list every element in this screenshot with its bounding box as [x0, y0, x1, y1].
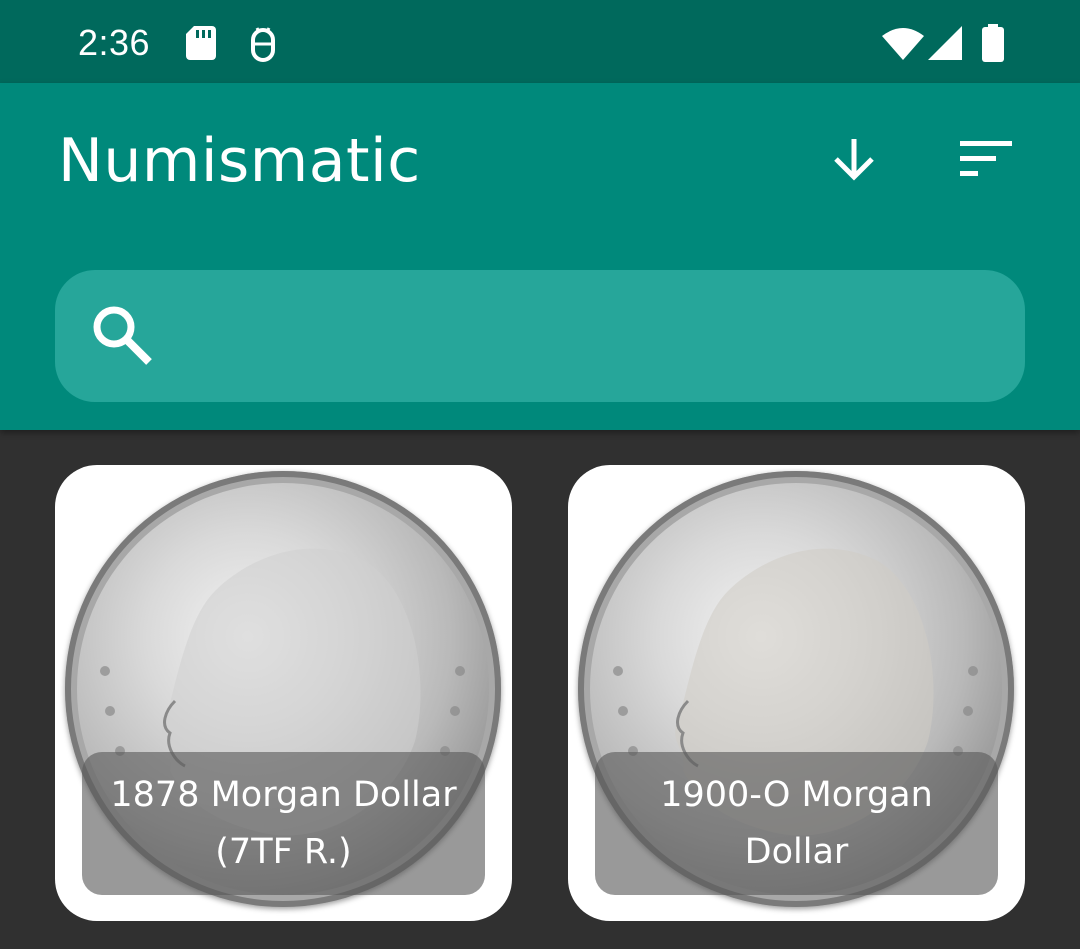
sort-button[interactable] [956, 131, 1016, 191]
app-title: Numismatic [58, 126, 421, 196]
status-time: 2:36 [78, 22, 151, 63]
status-bar: 2:36 [0, 0, 1080, 83]
wifi-icon [882, 28, 924, 64]
android-debug-icon [248, 26, 278, 66]
coin-title: 1878 Morgan Dollar (7TF R.) [82, 752, 485, 895]
search-input[interactable] [175, 270, 999, 404]
coin-card[interactable]: 1900-O Morgan Dollar [568, 465, 1025, 921]
cell-signal-icon [928, 26, 962, 64]
battery-icon [982, 24, 1004, 66]
search-bar[interactable] [55, 270, 1025, 404]
coin-title: 1900-O Morgan Dollar [595, 752, 998, 895]
download-arrow-icon [830, 135, 878, 187]
sd-card-icon [186, 26, 216, 64]
download-button[interactable] [824, 131, 884, 191]
app-bar: Numismatic [0, 83, 1080, 430]
search-icon [89, 302, 153, 370]
coin-card[interactable]: 1878 Morgan Dollar (7TF R.) [55, 465, 512, 921]
sort-icon [960, 139, 1012, 183]
